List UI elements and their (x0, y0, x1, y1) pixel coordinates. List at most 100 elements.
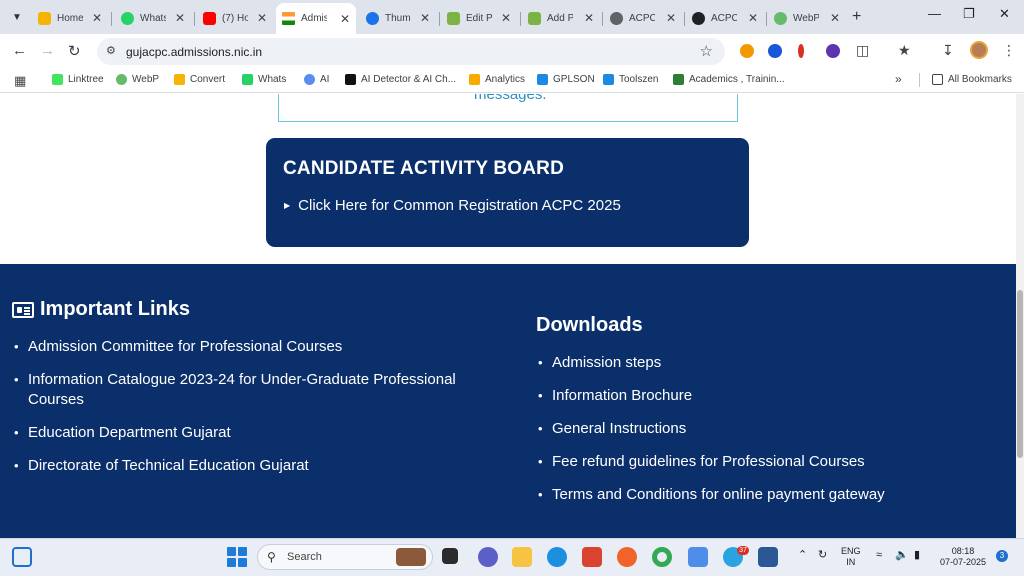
search-icon: ⚲ (267, 550, 276, 564)
important-link-item[interactable]: Information Catalogue 2023-24 for Under-… (12, 370, 482, 409)
bookmark-gplson[interactable]: GPLSON (537, 74, 595, 85)
close-icon[interactable]: ✕ (175, 11, 185, 25)
colorpick-extension-icon[interactable] (798, 44, 804, 58)
copyright-extension-icon[interactable] (768, 44, 782, 58)
important-link-item[interactable]: Education Department Gujarat (12, 423, 482, 443)
link-text[interactable]: Admission Committee for Professional Cou… (28, 338, 342, 355)
bookmark-linktree[interactable]: Linktree (52, 74, 104, 85)
bookmark-analytics[interactable]: Analytics (469, 74, 525, 85)
link-text[interactable]: Directorate of Technical Education Gujar… (28, 457, 309, 474)
download-item[interactable]: Fee refund guidelines for Professional C… (536, 452, 885, 472)
scrollbar-thumb[interactable] (1017, 290, 1023, 458)
bookmark-toolszen[interactable]: Toolszen (603, 74, 658, 85)
close-icon[interactable]: ✕ (420, 11, 430, 25)
download-link-text[interactable]: Fee refund guidelines for Professional C… (552, 453, 865, 470)
tab-whatsapp[interactable]: Whats ✕ (115, 5, 191, 31)
speaker-muted-icon[interactable]: 🔈 (895, 550, 909, 561)
close-icon[interactable]: ✕ (830, 11, 840, 25)
edge-browser-icon[interactable] (547, 547, 567, 567)
important-link-item[interactable]: Admission Committee for Professional Cou… (12, 337, 482, 357)
profile-avatar[interactable] (970, 41, 988, 59)
close-icon[interactable]: ✕ (501, 11, 511, 25)
firefox-icon[interactable] (617, 547, 637, 567)
close-icon[interactable]: ✕ (748, 11, 758, 25)
restore-icon[interactable]: ❐ (963, 6, 975, 22)
download-item[interactable]: Terms and Conditions for online payment … (536, 485, 885, 505)
bookmark-ai-detector[interactable]: AI Detector & AI Ch... (345, 74, 456, 85)
notepad-icon[interactable] (688, 547, 708, 567)
tab-youtube[interactable]: (7) Ho ✕ (197, 5, 273, 31)
all-bookmarks-folder[interactable]: All Bookmarks (932, 74, 1012, 85)
sync-icon[interactable]: ↻ (818, 550, 827, 561)
language-indicator[interactable]: ENG IN (841, 546, 861, 568)
start-button[interactable] (227, 547, 247, 567)
reading-list-icon[interactable]: ★ (898, 42, 911, 59)
tab-search-icon[interactable]: ▼ (6, 6, 28, 28)
vpn-extension-icon[interactable] (826, 44, 840, 58)
close-icon[interactable]: ✕ (666, 11, 676, 25)
window-close-icon[interactable]: ✕ (999, 6, 1010, 22)
file-explorer-icon[interactable] (512, 547, 532, 567)
show-hidden-icons-chevron-icon[interactable]: ⌃ (798, 550, 807, 561)
common-registration-link[interactable]: ▶ Click Here for Common Registration ACP… (284, 197, 621, 214)
microsoft-store-icon[interactable] (582, 547, 602, 567)
apps-grid-icon[interactable]: ▦ (14, 73, 26, 89)
extensions-puzzle-icon[interactable]: ◫ (856, 42, 869, 59)
word-icon[interactable] (758, 547, 778, 567)
clock[interactable]: 08:18 07-07-2025 (934, 546, 992, 568)
download-link-text[interactable]: General Instructions (552, 420, 686, 437)
close-icon[interactable]: ✕ (92, 11, 102, 25)
wifi-icon[interactable]: ≈ (876, 550, 882, 561)
tab-thumbnail[interactable]: Thum ✕ (360, 5, 436, 31)
bookmark-webp[interactable]: WebP (116, 74, 159, 85)
download-item[interactable]: General Instructions (536, 419, 885, 439)
menu-kebab-icon[interactable]: ⋮ (1002, 42, 1016, 59)
link-text[interactable]: Education Department Gujarat (28, 424, 231, 441)
common-registration-link-text[interactable]: Click Here for Common Registration ACPC … (298, 197, 621, 214)
whatsapp-icon (242, 74, 253, 85)
minimize-icon[interactable]: — (928, 6, 941, 21)
site-settings-icon[interactable]: ⚙ (106, 44, 116, 57)
chrome-icon[interactable] (652, 547, 672, 567)
extension-icon[interactable] (740, 44, 754, 58)
more-bookmarks-chevron-icon[interactable]: » (895, 72, 902, 86)
message-text: messages. (474, 94, 547, 103)
download-item[interactable]: Information Brochure (536, 386, 885, 406)
bookmark-star-icon[interactable]: ☆ (700, 42, 713, 60)
search-placeholder: Search (287, 551, 322, 563)
download-link-text[interactable]: Admission steps (552, 354, 661, 371)
back-arrow-icon[interactable]: ← (12, 42, 27, 59)
tab-edit-post[interactable]: Edit P ✕ (441, 5, 517, 31)
reload-icon[interactable]: ↻ (68, 42, 81, 60)
close-icon[interactable]: ✕ (257, 11, 267, 25)
download-icon[interactable]: ↧ (942, 42, 954, 59)
new-tab-plus-icon[interactable]: + (852, 8, 861, 26)
notification-badge[interactable]: 3 (996, 550, 1008, 562)
tab-acpc-1[interactable]: ACPC ✕ (604, 5, 682, 31)
widgets-icon[interactable] (12, 547, 32, 567)
url-text[interactable]: gujacpc.admissions.nic.in (126, 45, 262, 59)
tab-add-post[interactable]: Add P ✕ (522, 5, 600, 31)
task-view-icon[interactable] (442, 548, 458, 564)
download-item[interactable]: Admission steps (536, 353, 885, 373)
downloads-list: Admission steps Information Brochure Gen… (536, 353, 885, 518)
bookmark-ai[interactable]: AI (304, 74, 329, 85)
battery-icon[interactable]: ▮ (914, 550, 920, 561)
taskbar-search-box[interactable]: ⚲ Search (257, 544, 433, 570)
tab-admissions[interactable]: Admis ✕ (276, 3, 356, 34)
download-link-text[interactable]: Terms and Conditions for online payment … (552, 486, 885, 503)
tab-webp[interactable]: WebP ✕ (768, 5, 846, 31)
address-bar[interactable]: ⚙ gujacpc.admissions.nic.in ☆ (97, 38, 725, 65)
bookmark-convert[interactable]: Convert (174, 74, 225, 85)
tab-home[interactable]: Home ✕ (32, 5, 108, 31)
bookmark-academics[interactable]: Academics , Trainin... (673, 74, 785, 85)
link-text[interactable]: Information Catalogue 2023-24 for Under-… (28, 371, 456, 408)
important-link-item[interactable]: Directorate of Technical Education Gujar… (12, 456, 482, 476)
close-icon[interactable]: ✕ (584, 11, 594, 25)
download-link-text[interactable]: Information Brochure (552, 387, 692, 404)
teams-chat-icon[interactable] (478, 547, 498, 567)
bookmark-whats[interactable]: Whats (242, 74, 286, 85)
tab-acpc-2[interactable]: ACPC ✕ (686, 5, 764, 31)
forward-arrow-icon[interactable]: → (40, 42, 55, 59)
close-icon[interactable]: ✕ (340, 12, 350, 26)
